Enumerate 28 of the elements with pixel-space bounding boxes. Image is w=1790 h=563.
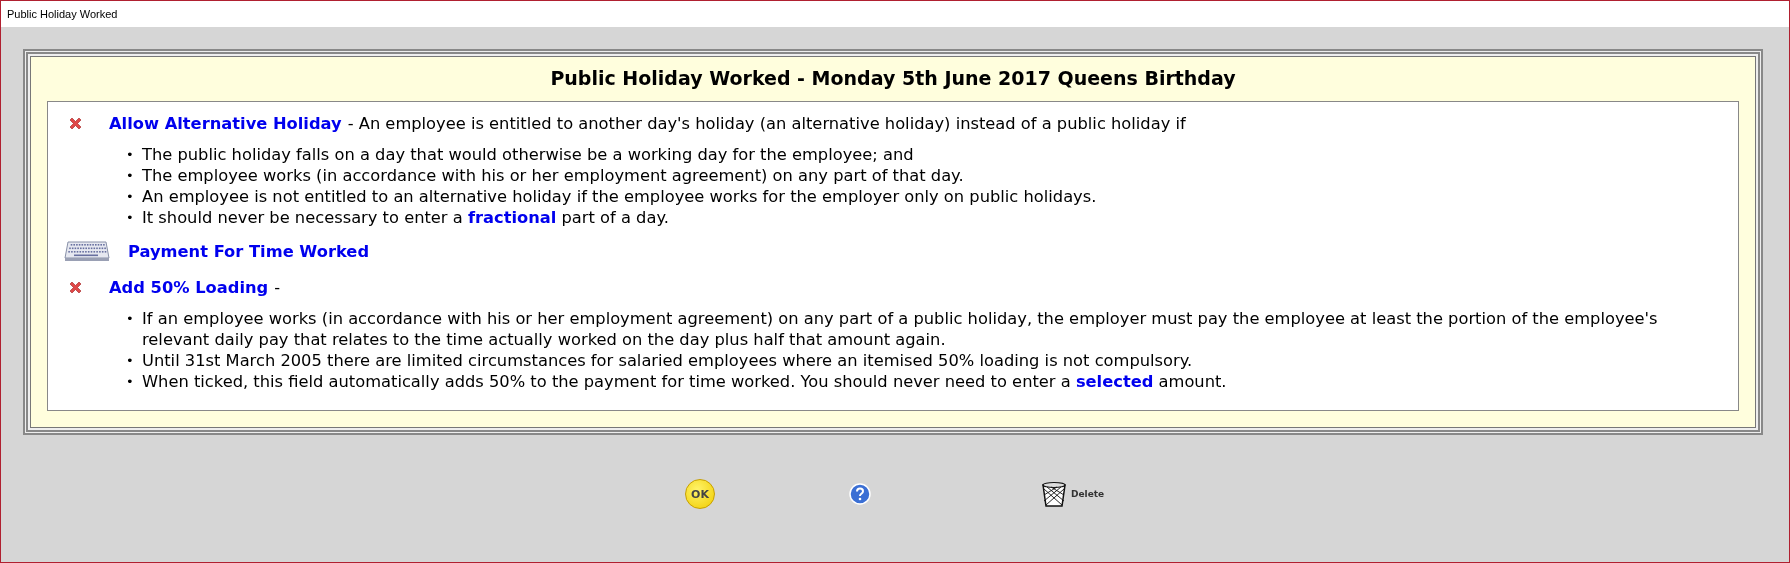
bullet-marker: •	[126, 209, 135, 227]
window-title: Public Holiday Worked	[7, 8, 118, 20]
bullet-text: The employee works (in accordance with his or her employment agreement) on any part of that day.	[142, 165, 964, 186]
cross-checkbox-icon[interactable]	[68, 279, 83, 295]
bullet-marker: •	[126, 188, 135, 206]
bullet-text: An employee is not entitled to an alternative holiday if the employee works for the employer only on public holidays.	[142, 186, 1097, 207]
bullet-text: The public holiday falls on a day that would otherwise be a working day for the employee; and	[142, 144, 914, 165]
bullet-text: Until 31st March 2005 there are limited circumstances for salaried employees where an itemised 50% loading is not compulsory.	[142, 350, 1193, 371]
bullet-text: It should never be necessary to enter a fractional part of a day.	[142, 207, 669, 228]
option-link[interactable]: Allow Alternative Holiday	[109, 113, 342, 133]
help-icon[interactable]	[849, 483, 871, 505]
wastebasket-icon[interactable]	[1041, 480, 1067, 508]
panel-title: Public Holiday Worked - Monday 5th June 2017 Queens Birthday	[549, 66, 1237, 91]
keyboard-icon[interactable]	[64, 240, 110, 262]
ok-button[interactable]: OK	[685, 479, 715, 509]
bullet-marker: •	[126, 373, 135, 391]
bullet-marker: •	[126, 310, 135, 328]
bullet-text: When ticked, this field automatically adds 50% to the payment for time worked. You should never need to enter a selected amount.	[142, 371, 1227, 392]
option-description: - An employee is entitled to another day's holiday (an alternative holiday) instead of a public holiday if	[347, 113, 1186, 133]
option-link[interactable]: Add 50% Loading	[109, 277, 269, 297]
bullet-marker: •	[126, 167, 135, 185]
option-description: -	[274, 277, 281, 297]
bullet-marker: •	[126, 352, 135, 370]
cross-checkbox-icon[interactable]	[68, 115, 83, 131]
delete-label[interactable]: Delete	[1071, 489, 1105, 499]
bullet-marker: •	[126, 146, 135, 164]
bullet-text: If an employee works (in accordance with his or her employment agreement) on any part of a public holiday, the employer must pay the employee at least the portion of the employee's relevant daily pay that relates to the time actually worked on the day plus half that amount again.	[142, 308, 1659, 350]
option-link[interactable]: Payment For Time Worked	[128, 241, 370, 261]
